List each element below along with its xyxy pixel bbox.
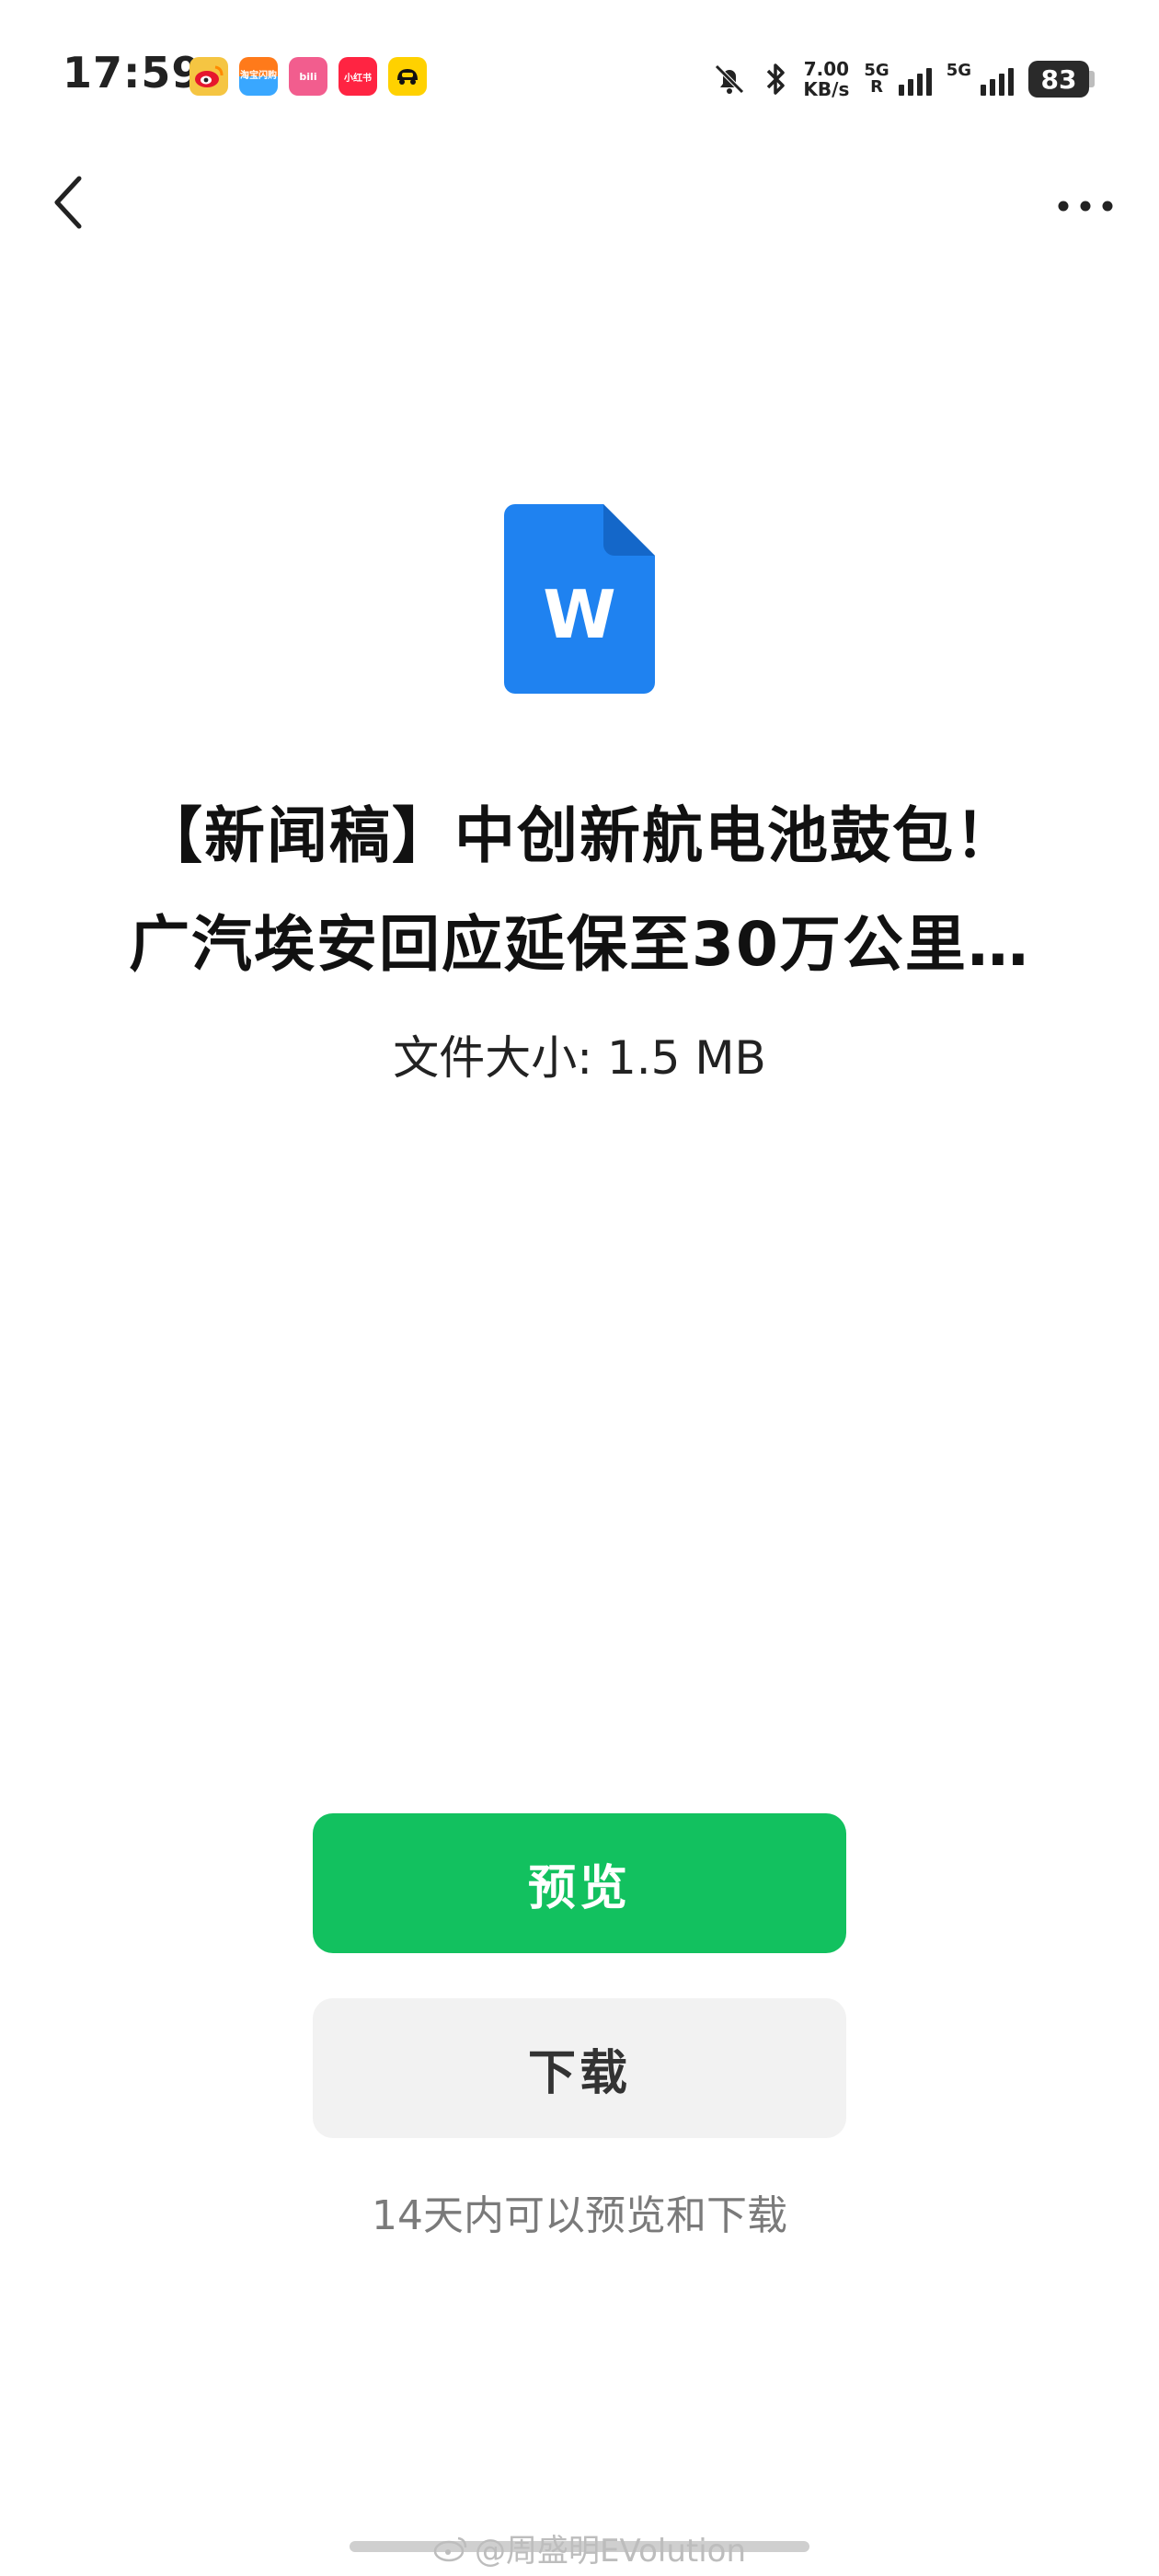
taobao-flash-icon: 淘宝闪购 [239,57,278,96]
mute-bell-icon [715,64,745,94]
file-type-letter: W [543,576,615,653]
notification-app-icons: 淘宝闪购 bili 小红书 [189,57,427,96]
file-title-line-1: 【新闻稿】中创新航电池鼓包！ [142,800,1017,871]
weibo-watermark-icon [433,2536,467,2561]
watermark-text: @周盛明EVolution [475,2533,747,2570]
status-time: 17:59 [63,48,202,98]
signal-bar [898,85,904,96]
signal-bar [916,74,923,96]
sim1-roaming-label: R [870,77,883,97]
bilibili-label: bili [299,70,317,83]
bilibili-icon: bili [289,57,327,96]
status-indicators: 7.00 KB/s 5G R 5G R 83 [711,53,1095,105]
xiaohongshu-label: 小红书 [344,73,372,84]
taobao-flash-label: 淘宝闪购 [240,71,277,81]
signal-bar [925,68,932,96]
chevron-left-icon [54,176,82,229]
signal-bar [1008,68,1014,96]
file-size-text: 文件大小: 1.5 MB [393,1031,766,1085]
more-dots-icon [1058,201,1113,212]
sim2-network-label: 5G [946,61,971,80]
more-options-button[interactable] [1039,169,1131,243]
signal-bar [999,74,1004,96]
signal-bar [990,79,995,96]
back-button[interactable] [31,166,105,239]
status-bar: 17:59 淘宝闪购 bili 小红书 7.00 KB/s 5G R 5G 83 [0,0,1159,156]
xiaohongshu-icon: 小红书 [339,57,377,96]
file-corner-fold [603,504,655,556]
network-speed-unit: KB/s [803,78,850,100]
weibo-icon [189,57,228,96]
watermark: @周盛明EVolution [432,2525,746,2570]
car-app-icon [388,57,427,96]
battery-level: 83 [1028,61,1089,98]
sim1-signal: 5G R [864,63,932,97]
file-title-line-2: 广汽埃安回应延保至30万公里… [129,909,1030,980]
availability-hint: 14天内可以预览和下载 [372,2192,787,2239]
network-speed-value: 7.00 [803,58,850,80]
file-title: 【新闻稿】中创新航电池鼓包！ 广汽埃安回应延保至30万公里… [55,782,1104,999]
signal-bar [981,85,986,96]
preview-button[interactable]: 预览 [313,1813,846,1953]
download-button[interactable]: 下载 [313,1998,846,2138]
network-speed: 7.00 KB/s [803,59,849,99]
bluetooth-icon [767,63,786,95]
word-file-icon: W [504,504,655,694]
sim2-signal: 5G R [947,63,1014,96]
signal-bar [907,79,913,96]
battery-tip [1089,71,1095,87]
battery-indicator: 83 [1028,61,1095,98]
